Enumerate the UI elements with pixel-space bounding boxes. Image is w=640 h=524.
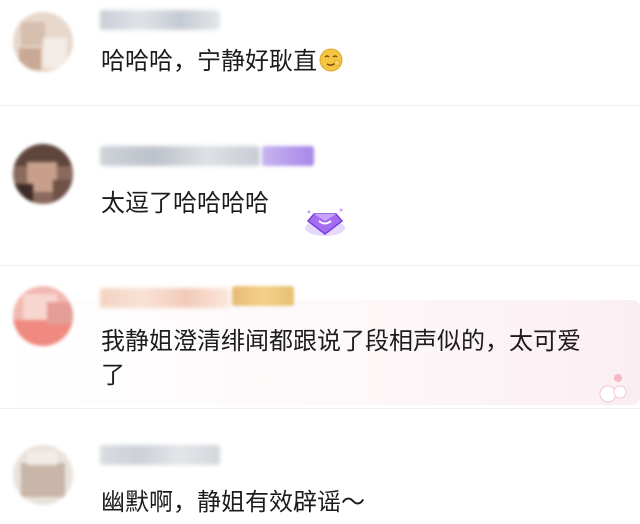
sticker-icon (599, 374, 627, 403)
avatar-image (13, 144, 73, 204)
username-blurred[interactable] (100, 445, 220, 465)
vip-badge (232, 286, 294, 306)
avatar-image (13, 12, 73, 72)
comment-text: 哈哈哈，宁静好耿直 (101, 44, 343, 78)
avatar[interactable] (13, 286, 73, 346)
avatar-image (13, 445, 73, 505)
comment-item[interactable]: 幽默啊，静姐有效辟谣～ (0, 409, 640, 524)
comment-item[interactable]: 我静姐澄清绯闻都跟说了段相声似的，太可爱了 (0, 266, 640, 406)
comment-text: 我静姐澄清绯闻都跟说了段相声似的，太可爱了 (101, 327, 581, 389)
comment-text: 幽默啊，静姐有效辟谣～ (101, 488, 365, 516)
username-blurred[interactable] (100, 288, 230, 308)
avatar[interactable] (13, 445, 73, 505)
comment-item[interactable]: 哈哈哈，宁静好耿直 (0, 0, 640, 105)
avatar[interactable] (13, 144, 73, 204)
smirk-face-icon (319, 48, 343, 72)
comment-text: 太逗了哈哈哈哈 (101, 189, 269, 217)
avatar-image (13, 286, 73, 346)
avatar[interactable] (13, 12, 73, 72)
comment-item[interactable]: 太逗了哈哈哈哈 (0, 106, 640, 236)
username-blurred[interactable] (100, 10, 220, 30)
purple-gem-badge-icon (305, 208, 345, 236)
username-blurred[interactable] (100, 146, 260, 166)
vip-badge (262, 146, 314, 166)
